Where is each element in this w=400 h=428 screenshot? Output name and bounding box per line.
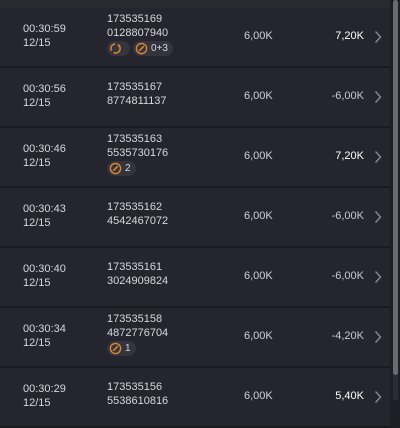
trade-amount: 6,00K bbox=[244, 210, 273, 222]
trade-time: 00:30:29 12/15 bbox=[23, 382, 66, 410]
shield-icon bbox=[135, 42, 148, 55]
scrollbar-thumb[interactable] bbox=[393, 0, 398, 375]
trade-id-top: 173535156 bbox=[107, 381, 163, 393]
trade-badge: 1 bbox=[107, 341, 136, 356]
trade-result: -6,00K bbox=[331, 270, 364, 282]
trade-ids: 173535169 0128807940 0+3 bbox=[107, 12, 173, 56]
trade-id-top: 173535162 bbox=[107, 201, 163, 213]
trade-id-bottom: 4872776704 bbox=[107, 327, 169, 339]
trade-id-top: 173535167 bbox=[107, 81, 163, 93]
trade-badge bbox=[107, 41, 130, 56]
trade-id-top: 173535163 bbox=[107, 133, 163, 145]
trade-result: -6,00K bbox=[331, 210, 364, 222]
scrollbar[interactable] bbox=[393, 0, 398, 400]
trade-ids: 173535156 5538610816 bbox=[107, 380, 168, 408]
trade-ids: 173535167 8774811137 bbox=[107, 80, 167, 108]
trade-time-value: 00:30:56 bbox=[23, 83, 66, 95]
trade-date-value: 12/15 bbox=[23, 97, 51, 109]
trade-row[interactable]: 00:30:59 12/15 173535169 0128807940 0+3 … bbox=[0, 8, 390, 68]
chevron-right-icon[interactable] bbox=[374, 270, 382, 284]
trade-date-value: 12/15 bbox=[23, 277, 51, 289]
trade-result: 7,20K bbox=[335, 30, 364, 42]
trade-id-bottom: 3024909824 bbox=[107, 275, 169, 287]
badge-text: 2 bbox=[125, 162, 131, 174]
refresh-icon bbox=[110, 43, 121, 54]
chevron-right-icon[interactable] bbox=[374, 150, 382, 164]
trade-id-bottom: 0128807940 bbox=[107, 27, 169, 39]
trade-time-value: 00:30:59 bbox=[23, 23, 66, 35]
shield-icon bbox=[109, 162, 122, 175]
trade-time: 00:30:43 12/15 bbox=[23, 202, 66, 230]
trade-ids: 173535161 3024909824 bbox=[107, 260, 168, 288]
trade-row[interactable]: 00:30:29 12/15 173535156 5538610816 6,00… bbox=[0, 368, 390, 428]
chevron-right-icon[interactable] bbox=[374, 390, 382, 404]
badge-text: 0+3 bbox=[151, 42, 168, 54]
trade-id-bottom: 4542467072 bbox=[107, 215, 169, 227]
trade-amount: 6,00K bbox=[244, 30, 273, 42]
chevron-right-icon[interactable] bbox=[374, 90, 382, 104]
trade-row[interactable]: 00:30:40 12/15 173535161 3024909824 6,00… bbox=[0, 248, 390, 308]
trade-badge: 2 bbox=[107, 161, 136, 176]
trade-result: 7,20K bbox=[335, 150, 364, 162]
trade-id-top: 173535169 bbox=[107, 13, 163, 25]
trade-ids: 173535163 5535730176 2 bbox=[107, 132, 168, 176]
trade-ids: 173535162 4542467072 bbox=[107, 200, 168, 228]
trade-time: 00:30:46 12/15 bbox=[23, 142, 66, 170]
trade-time: 00:30:59 12/15 bbox=[23, 22, 66, 50]
chevron-right-icon[interactable] bbox=[374, 210, 382, 224]
trade-time: 00:30:34 12/15 bbox=[23, 322, 66, 350]
trade-date-value: 12/15 bbox=[23, 37, 51, 49]
trade-badge: 0+3 bbox=[133, 41, 173, 56]
trade-result: -4,20K bbox=[331, 330, 364, 342]
trade-id-bottom: 5535730176 bbox=[107, 147, 169, 159]
trade-ids: 173535158 4872776704 1 bbox=[107, 312, 168, 356]
trade-id-top: 173535161 bbox=[107, 261, 163, 273]
trade-row[interactable]: 00:30:43 12/15 173535162 4542467072 6,00… bbox=[0, 188, 390, 248]
trade-time: 00:30:40 12/15 bbox=[23, 262, 66, 290]
trade-id-top: 173535158 bbox=[107, 313, 163, 325]
trade-badges: 0+3 bbox=[107, 41, 173, 56]
chevron-right-icon[interactable] bbox=[374, 30, 382, 44]
shield-icon bbox=[109, 342, 122, 355]
trade-row[interactable]: 00:30:34 12/15 173535158 4872776704 1 6,… bbox=[0, 308, 390, 368]
trade-result: -6,00K bbox=[331, 90, 364, 102]
trade-date-value: 12/15 bbox=[23, 217, 51, 229]
trade-time-value: 00:30:46 bbox=[23, 143, 66, 155]
trade-time-value: 00:30:29 bbox=[23, 383, 66, 395]
trade-badges: 1 bbox=[107, 341, 168, 356]
trade-row[interactable]: 00:30:46 12/15 173535163 5535730176 2 6,… bbox=[0, 128, 390, 188]
trade-row[interactable]: 00:30:56 12/15 173535167 8774811137 6,00… bbox=[0, 68, 390, 128]
trade-badges: 2 bbox=[107, 161, 168, 176]
trade-amount: 6,00K bbox=[244, 330, 273, 342]
trade-date-value: 12/15 bbox=[23, 337, 51, 349]
chevron-right-icon[interactable] bbox=[374, 330, 382, 344]
trade-date-value: 12/15 bbox=[23, 157, 51, 169]
trade-time-value: 00:30:40 bbox=[23, 263, 66, 275]
trade-time-value: 00:30:43 bbox=[23, 203, 66, 215]
trade-amount: 6,00K bbox=[244, 90, 273, 102]
trade-amount: 6,00K bbox=[244, 390, 273, 402]
trade-id-bottom: 5538610816 bbox=[107, 395, 169, 407]
trade-amount: 6,00K bbox=[244, 270, 273, 282]
trade-amount: 6,00K bbox=[244, 150, 273, 162]
trade-date-value: 12/15 bbox=[23, 397, 51, 409]
trade-result: 5,40K bbox=[335, 390, 364, 402]
trade-time-value: 00:30:34 bbox=[23, 323, 66, 335]
badge-text: 1 bbox=[125, 342, 131, 354]
trade-time: 00:30:56 12/15 bbox=[23, 82, 66, 110]
trade-id-bottom: 8774811137 bbox=[107, 95, 167, 107]
